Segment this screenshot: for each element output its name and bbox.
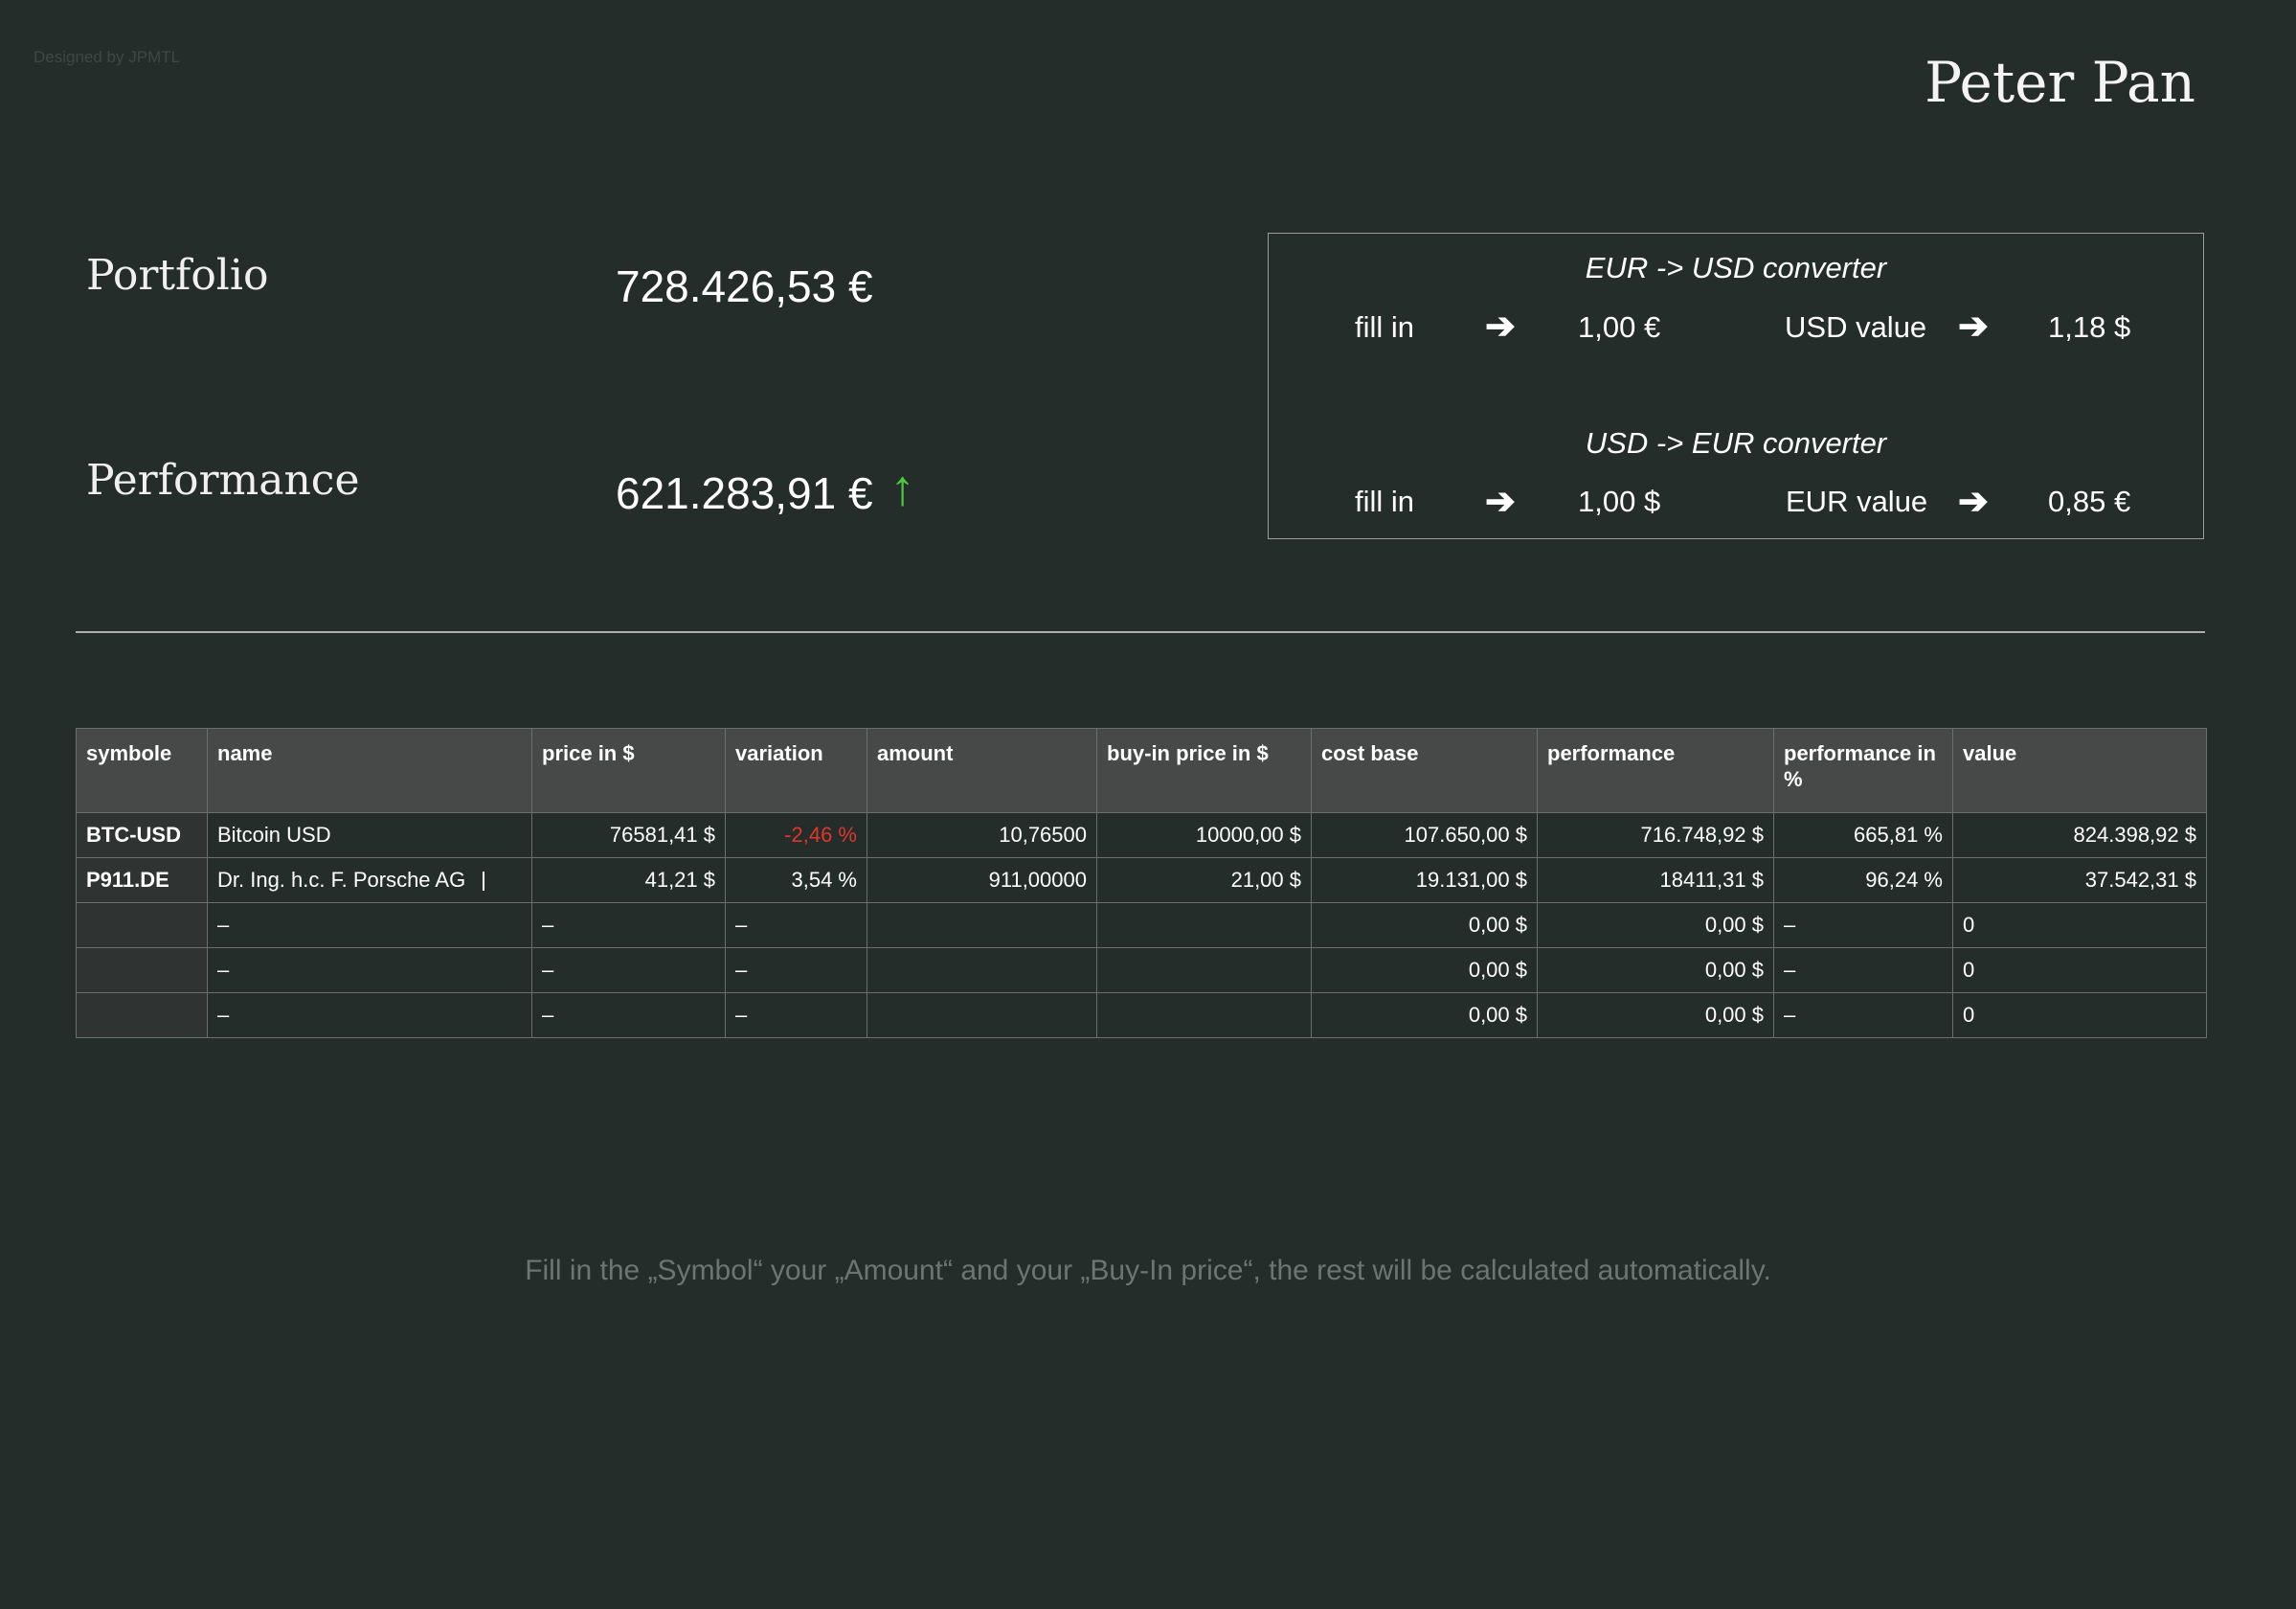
symbol-cell[interactable] [76,947,208,993]
variation-cell: -2,46 % [725,812,867,858]
buy-in-price-cell[interactable] [1096,947,1312,993]
performance-cell: 0,00 $ [1537,992,1774,1038]
eur-usd-fill-label: fill in [1355,310,1415,344]
performance-percent-cell: 665,81 % [1773,812,1953,858]
performance-percent-cell: 96,24 % [1773,857,1953,903]
performance-percent-cell: – [1773,947,1953,993]
column-header: buy-in price in $ [1096,728,1312,813]
name-cell: Bitcoin USD [207,812,532,858]
eur-input-field[interactable]: 1,00 € [1578,310,1660,345]
usd-result-value: 1,18 $ [2048,310,2131,344]
performance-label: Performance [86,456,360,505]
symbol-cell[interactable]: BTC-USD [76,812,208,858]
performance-value-wrap: 621.283,91 € ↑ [616,461,915,521]
amount-cell[interactable]: 911,00000 [867,857,1097,903]
performance-percent-cell: – [1773,902,1953,948]
performance-percent-cell: – [1773,992,1953,1038]
column-header: variation [725,728,867,813]
cost-base-cell: 107.650,00 $ [1311,812,1538,858]
cost-base-cell: 0,00 $ [1311,992,1538,1038]
column-header: performance [1537,728,1774,813]
value-cell: 0 [1952,947,2207,993]
performance-cell: 716.748,92 $ [1537,812,1774,858]
eur-value-label: EUR value [1786,485,1928,518]
currency-converter-panel: EUR -> USD converter fill in ➔ 1,00 € US… [1268,233,2204,539]
arrow-right-icon: ➔ [1485,482,1516,522]
usd-eur-converter-title: USD -> EUR converter [1585,426,1887,460]
price-cell: – [531,992,726,1038]
amount-cell[interactable]: 10,76500 [867,812,1097,858]
arrow-right-icon: ➔ [1958,306,1989,347]
column-header: name [207,728,532,813]
amount-cell[interactable] [867,992,1097,1038]
table-row: – – – 0,00 $ 0,00 $ – 0 [76,992,2207,1038]
variation-cell: – [725,947,867,993]
amount-cell[interactable] [867,902,1097,948]
value-cell: 37.542,31 $ [1952,857,2207,903]
price-cell: 41,21 $ [531,857,726,903]
performance-cell: 18411,31 $ [1537,857,1774,903]
column-header: performance in % [1773,728,1953,813]
arrow-right-icon: ➔ [1485,306,1516,347]
table-row: BTC-USD Bitcoin USD 76581,41 $ -2,46 % 1… [76,812,2207,858]
variation-cell: 3,54 % [725,857,867,903]
price-cell: – [531,947,726,993]
portfolio-table: symbole name price in $ variation amount… [76,728,2207,1038]
price-cell: 76581,41 $ [531,812,726,858]
amount-cell[interactable] [867,947,1097,993]
name-cell: – [207,902,532,948]
cost-base-cell: 0,00 $ [1311,947,1538,993]
eur-usd-converter-title: EUR -> USD converter [1585,251,1887,284]
price-cell: – [531,902,726,948]
name-cell: – [207,947,532,993]
eur-result-value: 0,85 € [2048,485,2131,518]
value-cell: 0 [1952,902,2207,948]
value-cell: 0 [1952,992,2207,1038]
section-divider [76,631,2205,633]
usd-eur-fill-label: fill in [1355,485,1415,518]
table-row: P911.DE Dr. Ing. h.c. F. Porsche AG 41,2… [76,857,2207,903]
arrow-up-icon: ↑ [889,461,915,516]
name-cell-wrap: Dr. Ing. h.c. F. Porsche AG [207,857,532,903]
text-cursor [483,872,485,892]
column-header: symbole [76,728,208,813]
performance-value: 621.283,91 € [616,468,873,518]
column-header: price in $ [531,728,726,813]
performance-cell: 0,00 $ [1537,947,1774,993]
buy-in-price-cell[interactable]: 21,00 $ [1096,857,1312,903]
instructions-hint: Fill in the „Symbol“ your „Amount“ and y… [525,1255,1771,1286]
buy-in-price-cell[interactable] [1096,992,1312,1038]
cost-base-cell: 19.131,00 $ [1311,857,1538,903]
usd-value-label: USD value [1785,310,1927,344]
column-header: amount [867,728,1097,813]
table-row: – – – 0,00 $ 0,00 $ – 0 [76,902,2207,948]
cost-base-cell: 0,00 $ [1311,902,1538,948]
column-header: value [1952,728,2207,813]
buy-in-price-cell[interactable] [1096,902,1312,948]
variation-cell: – [725,992,867,1038]
name-cell: – [207,992,532,1038]
designer-credit: Designed by JPMTL [34,48,181,66]
usd-input-field[interactable]: 1,00 $ [1578,485,1660,519]
arrow-right-icon: ➔ [1958,482,1989,522]
symbol-cell[interactable] [76,902,208,948]
name-cell: Dr. Ing. h.c. F. Porsche AG [217,868,466,892]
variation-cell: – [725,902,867,948]
owner-name: Peter Pan [1925,50,2195,115]
symbol-cell[interactable] [76,992,208,1038]
symbol-cell[interactable]: P911.DE [76,857,208,903]
buy-in-price-cell[interactable]: 10000,00 $ [1096,812,1312,858]
column-header: cost base [1311,728,1538,813]
table-row: – – – 0,00 $ 0,00 $ – 0 [76,947,2207,993]
portfolio-label: Portfolio [86,251,269,300]
performance-cell: 0,00 $ [1537,902,1774,948]
portfolio-value: 728.426,53 € [616,261,873,311]
table-header-row: symbole name price in $ variation amount… [76,728,2207,813]
value-cell: 824.398,92 $ [1952,812,2207,858]
